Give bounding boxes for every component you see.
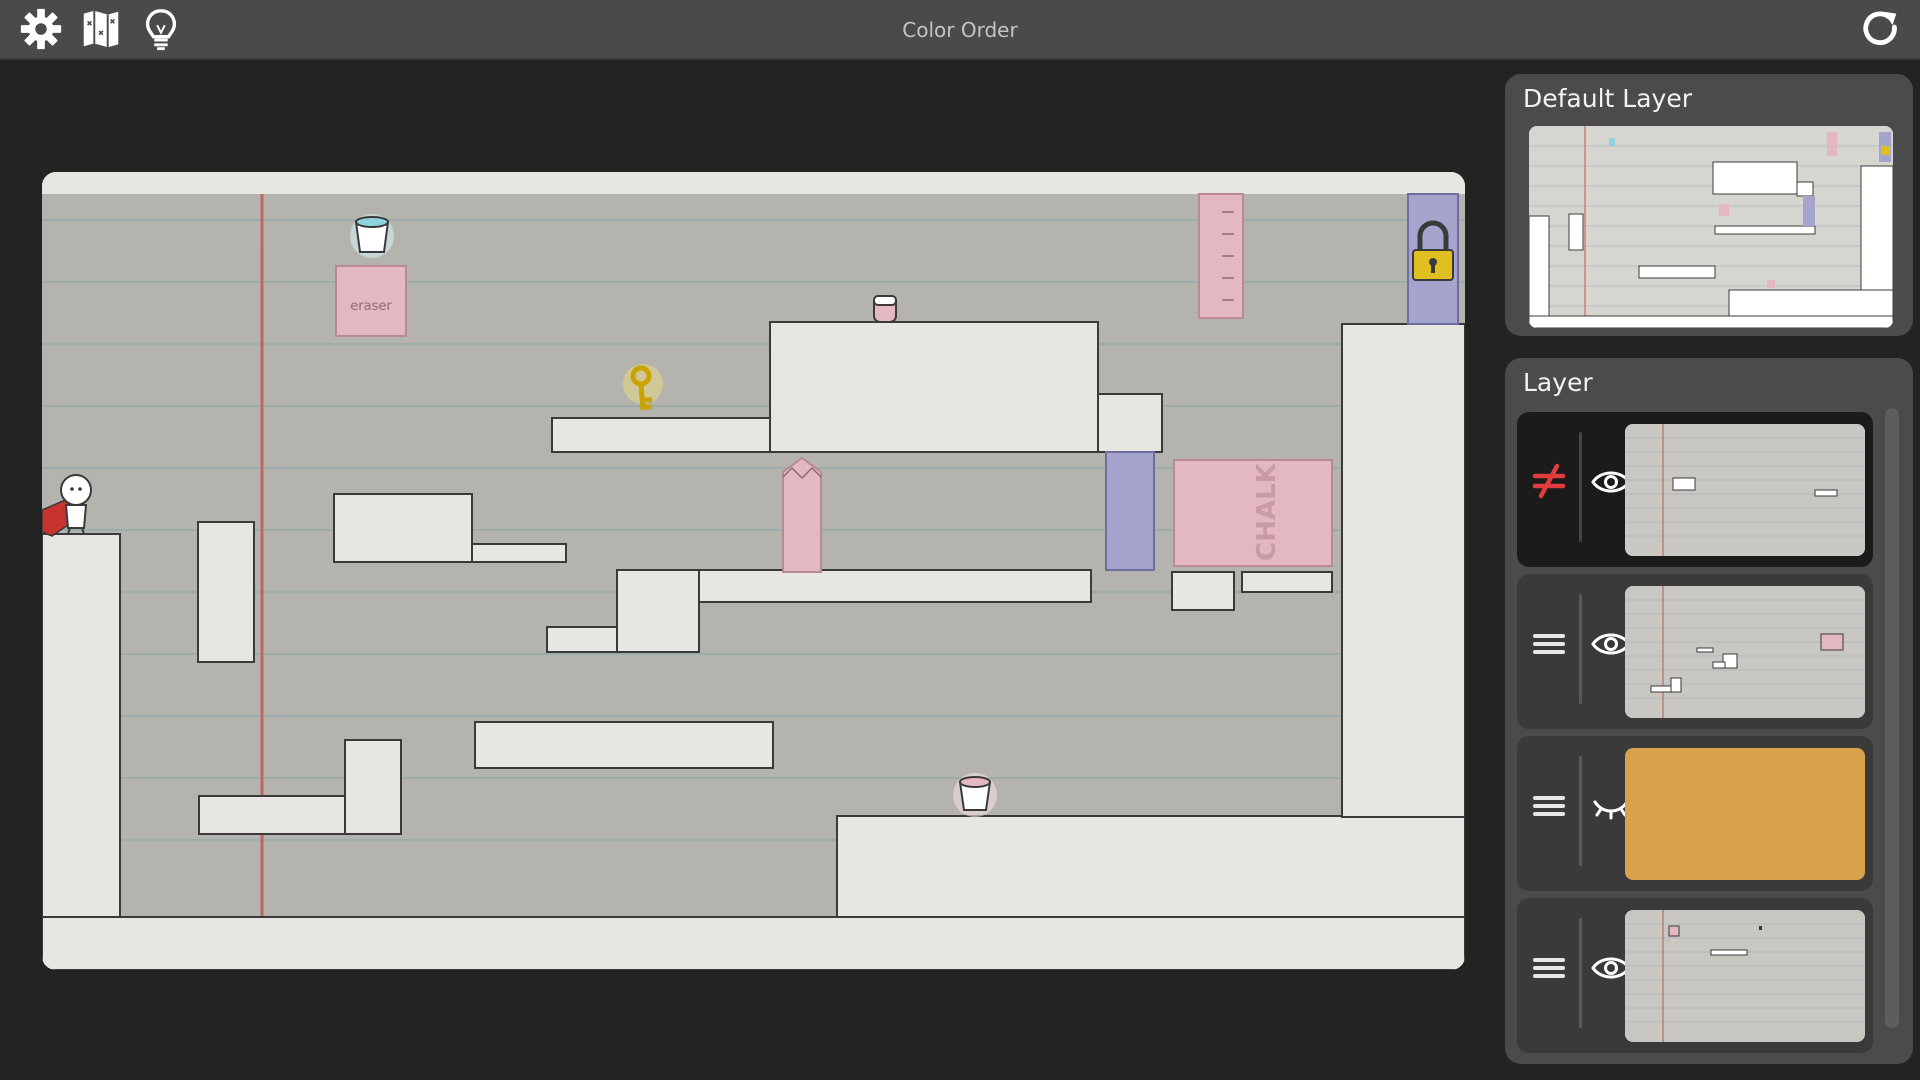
platform [1171,571,1235,611]
blue-paint-bucket [350,214,394,258]
eraser-pickup [873,295,897,323]
chalk-label: CHALK [1252,462,1282,561]
platform [698,569,1092,603]
platform [1341,323,1465,818]
platform [344,739,402,835]
layer-item[interactable] [1517,736,1873,891]
platform [42,533,121,918]
game-canvas[interactable]: eraser CHALK [42,172,1465,970]
eraser-label: eraser [350,299,392,314]
chalk-block: CHALK [1173,459,1333,567]
pink-paint-bucket [953,773,997,817]
platform [471,543,567,563]
drag-handle-icon[interactable] [1527,622,1571,666]
eraser-block: eraser [335,265,407,337]
ruler-block [1198,193,1244,319]
not-equal-icon[interactable] [1527,460,1571,504]
drag-handle-icon[interactable] [1527,946,1571,990]
layer-thumbnail [1625,424,1865,556]
level-title: Color Order [902,18,1018,42]
platform [333,493,473,563]
layer-thumbnail [1625,910,1865,1042]
layer-scrollbar[interactable] [1885,408,1899,1028]
purple-block [1105,451,1155,571]
platform [769,321,1099,453]
default-layer-title: Default Layer [1523,84,1692,113]
separator [1579,432,1582,542]
platform [474,721,774,769]
layer-thumbnail [1625,748,1865,880]
restart-icon[interactable] [1858,6,1904,52]
platform [546,626,618,653]
platform [198,795,348,835]
platform [42,916,1465,970]
platform [551,417,773,453]
layer-item[interactable] [1517,898,1873,1053]
drag-handle-icon[interactable] [1527,784,1571,828]
platform [616,569,700,653]
platform [836,815,1465,918]
platform [1097,393,1163,453]
separator [1579,594,1582,704]
layer-item[interactable] [1517,412,1873,567]
default-layer-panel: Default Layer [1505,74,1913,336]
platform [197,521,255,663]
default-layer-preview[interactable] [1529,126,1893,328]
layer-item[interactable] [1517,574,1873,729]
separator [1579,918,1582,1028]
layer-thumbnail [1625,586,1865,718]
platform [1241,571,1333,593]
layer-panel-title: Layer [1523,368,1593,397]
pencil-block [782,456,822,573]
layer-scrollbar-thumb[interactable] [1885,408,1899,1028]
separator [1579,756,1582,866]
top-bar: Color Order [0,0,1920,60]
layer-panel: Layer [1505,358,1913,1064]
